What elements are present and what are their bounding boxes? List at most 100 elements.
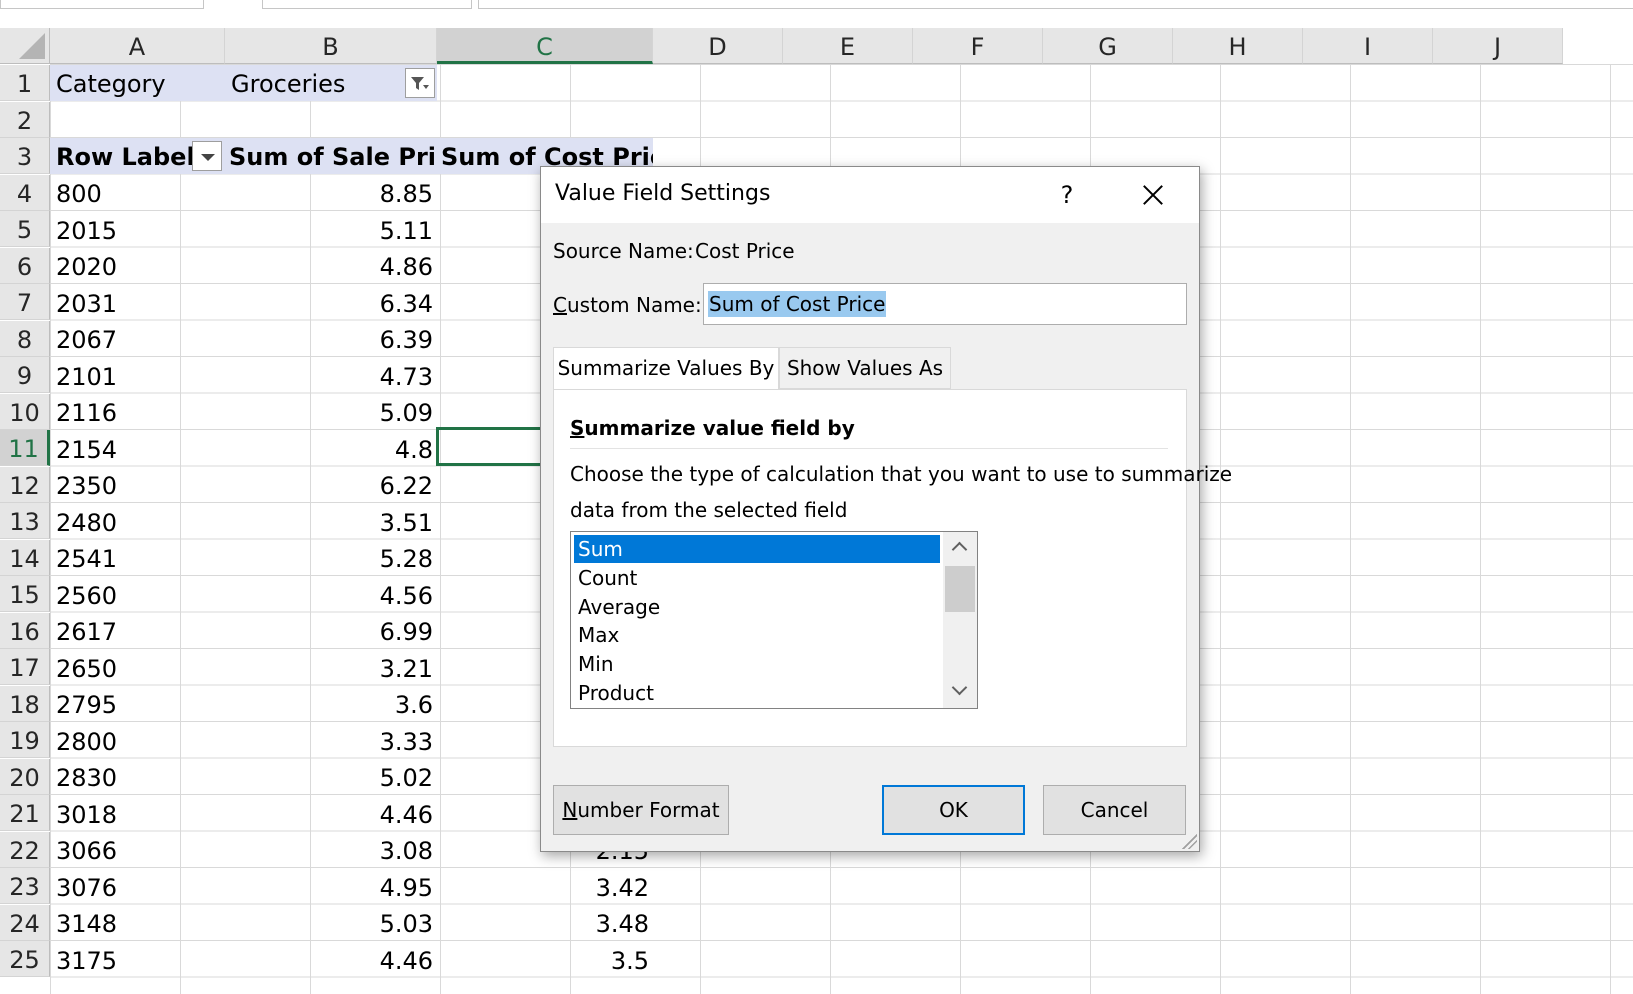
row-header-6[interactable]: 6: [0, 247, 50, 284]
row-header-7[interactable]: 7: [0, 284, 50, 320]
row-header-23[interactable]: 23: [0, 868, 50, 904]
pivot-row-label: 2795: [56, 691, 118, 719]
row-header-4[interactable]: 4: [0, 174, 50, 211]
row-header-22[interactable]: 22: [0, 831, 50, 868]
pivot-row-label: 2154: [56, 435, 118, 464]
pivot-sale-value: 5.09: [379, 399, 433, 427]
row-header-21[interactable]: 21: [0, 795, 50, 831]
row-header-3[interactable]: 3: [0, 138, 50, 174]
dialog-titlebar[interactable]: Value Field Settings ?: [541, 167, 1199, 223]
close-icon[interactable]: [1135, 177, 1171, 213]
pivot-cost-value: 3.5: [610, 946, 649, 975]
cancel-button[interactable]: Cancel: [1043, 785, 1186, 835]
tab-show-values-as[interactable]: Show Values As: [779, 347, 951, 389]
column-header-i[interactable]: I: [1303, 28, 1433, 64]
filter-dropdown-button[interactable]: [405, 68, 435, 98]
pivot-sale-value: 5.03: [379, 910, 433, 938]
ok-button[interactable]: OK: [882, 785, 1025, 835]
row-header-17[interactable]: 17: [0, 649, 50, 685]
column-header-a[interactable]: A: [50, 28, 225, 64]
pivot-row-label: 3018: [56, 800, 118, 829]
list-item-count[interactable]: Count: [574, 564, 940, 592]
pivot-row-label: 2020: [56, 253, 118, 281]
pivot-row-label: 2480: [56, 508, 118, 537]
row-header-5[interactable]: 5: [0, 211, 50, 247]
pivot-row-label: 3175: [56, 946, 118, 975]
formula-input[interactable]: [478, 0, 1633, 9]
summarize-tab-pane: Summarize value field by Choose the type…: [553, 389, 1232, 747]
calculation-listbox[interactable]: Sum Count Average Max Min Product: [570, 531, 978, 709]
pivot-row-label: 2116: [56, 399, 118, 427]
pivot-row-label: 3066: [56, 837, 118, 865]
row-header-9[interactable]: 9: [0, 357, 50, 393]
pivot-filter-label: Category: [50, 65, 225, 101]
scroll-down-button[interactable]: [943, 676, 977, 708]
pivot-sale-value: 6.39: [379, 326, 433, 354]
row-header-2[interactable]: 2: [0, 101, 50, 138]
column-header-j[interactable]: J: [1433, 28, 1563, 64]
column-header-c[interactable]: C: [437, 28, 653, 64]
pivot-row-label: 2560: [56, 581, 118, 610]
row-header-15[interactable]: 15: [0, 576, 50, 612]
name-box[interactable]: [0, 0, 204, 9]
row-header-8[interactable]: 8: [0, 320, 50, 357]
row-labels-dropdown-button[interactable]: [192, 141, 222, 171]
row-header-20[interactable]: 20: [0, 758, 50, 795]
pivot-sale-value: 4.95: [379, 873, 433, 902]
pivot-sale-value: 3.21: [379, 654, 433, 683]
pivot-sale-value: 5.28: [379, 545, 433, 573]
pivot-sale-value: 3.51: [379, 508, 433, 537]
list-item-product[interactable]: Product: [574, 679, 940, 707]
row-header-12[interactable]: 12: [0, 466, 50, 503]
scroll-thumb[interactable]: [945, 566, 975, 612]
row-header-13[interactable]: 13: [0, 503, 50, 539]
row-header-24[interactable]: 24: [0, 904, 50, 941]
column-header-g[interactable]: G: [1043, 28, 1173, 64]
row-header-16[interactable]: 16: [0, 612, 50, 649]
custom-name-value: Sum of Cost Price: [708, 291, 887, 317]
list-item-average[interactable]: Average: [574, 593, 940, 621]
row-header-18[interactable]: 18: [0, 685, 50, 722]
pivot-cost-value: 3.42: [595, 873, 649, 902]
pivot-row-label: 2015: [56, 216, 118, 245]
list-item-max[interactable]: Max: [574, 621, 940, 649]
row-header-14[interactable]: 14: [0, 539, 50, 576]
tab-summarize-values-by[interactable]: Summarize Values By: [553, 347, 779, 391]
column-header-h[interactable]: H: [1173, 28, 1303, 64]
source-name-label: Source Name:: [553, 239, 694, 263]
formula-controls[interactable]: [262, 0, 472, 9]
row-header-25[interactable]: 25: [0, 941, 50, 977]
column-header-f[interactable]: F: [913, 28, 1043, 64]
custom-name-label: Custom Name:: [553, 293, 702, 317]
resize-grip-icon[interactable]: [1179, 831, 1197, 849]
chevron-down-icon: [951, 679, 968, 696]
row-header-11[interactable]: 11: [0, 430, 50, 466]
scroll-up-button[interactable]: [943, 532, 977, 564]
row-header-1[interactable]: 1: [0, 65, 50, 101]
number-format-button[interactable]: Number Format: [553, 785, 729, 835]
listbox-scrollbar[interactable]: [943, 532, 977, 708]
pivot-row-label: 2650: [56, 654, 118, 683]
column-header-e[interactable]: E: [783, 28, 913, 64]
chevron-up-icon: [951, 541, 968, 558]
formula-bar-strip: [0, 0, 1633, 28]
pivot-sale-value: 4.86: [379, 253, 433, 281]
pivot-row-label: 2031: [56, 289, 118, 318]
custom-name-input[interactable]: Sum of Cost Price: [703, 283, 1187, 325]
dialog-title: Value Field Settings: [555, 181, 771, 206]
pivot-row-label: 2101: [56, 362, 118, 391]
help-button[interactable]: ?: [1049, 177, 1085, 213]
list-item-sum[interactable]: Sum: [574, 535, 940, 563]
pivot-row-label: 800: [56, 180, 102, 208]
row-header-10[interactable]: 10: [0, 393, 50, 430]
pivot-row-label: 2350: [56, 472, 118, 500]
pivot-header-sale: Sum of Sale Price: [225, 138, 437, 174]
pivot-sale-value: 5.11: [379, 216, 433, 245]
column-header-d[interactable]: D: [653, 28, 783, 64]
select-all-corner[interactable]: [0, 28, 50, 64]
source-name-value: Cost Price: [695, 239, 795, 263]
column-header-b[interactable]: B: [225, 28, 437, 64]
pivot-sale-value: 3.33: [379, 727, 433, 756]
row-header-19[interactable]: 19: [0, 722, 50, 758]
list-item-min[interactable]: Min: [574, 650, 940, 678]
